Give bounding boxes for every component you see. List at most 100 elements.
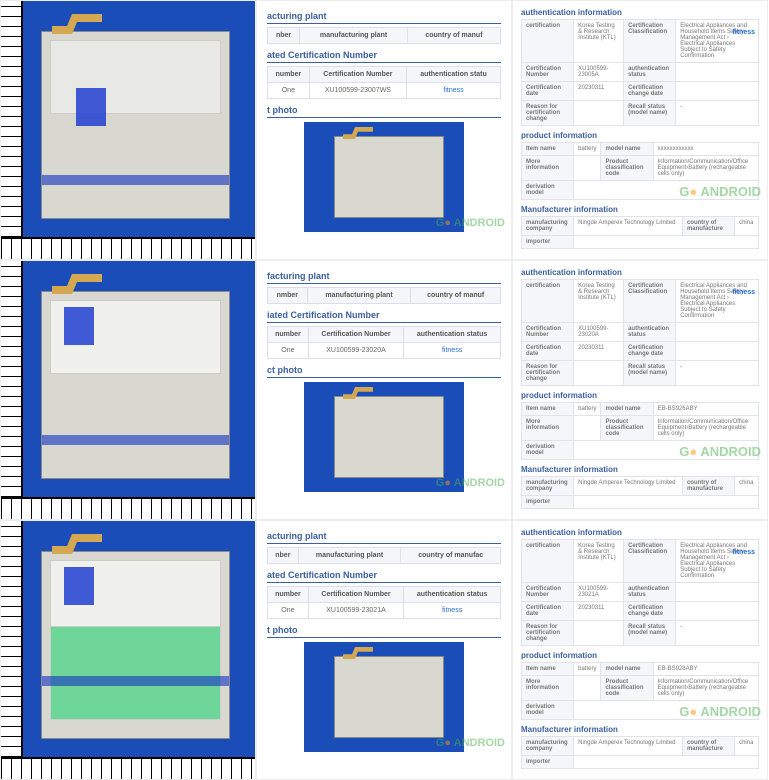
section-mfg: Manufacturer information: [521, 725, 759, 734]
k-chg: Certification change date: [624, 602, 676, 621]
section-auth: authentication information: [521, 268, 759, 277]
blue-tab: [64, 307, 94, 345]
v-importer: [574, 236, 759, 249]
k-item: Item name: [522, 143, 574, 156]
info-panel: authentication information certification…: [512, 260, 768, 520]
battery-photo: [1, 261, 255, 519]
plant-table: nmber manufacturing plant country of man…: [267, 287, 501, 304]
v-class: Electrical Appliances and Household Item…: [676, 20, 759, 63]
section-prod: product information: [521, 131, 759, 140]
certification-panel: facturing plant nmber manufacturing plan…: [256, 260, 512, 520]
mini-connector: [343, 127, 373, 139]
v-model: EB-BS926ABY: [653, 403, 758, 416]
watermark: G● ANDROID: [436, 217, 505, 229]
v-pclass: Information/Communication/Office Equipme…: [653, 676, 758, 701]
th-certnum: Certification Number: [308, 587, 403, 603]
section-certnum: ated Certification Number: [267, 570, 501, 583]
v-date: 20230311: [574, 602, 624, 621]
battery-connector: [52, 274, 102, 294]
k-cert: certification: [522, 540, 574, 583]
k-mcountry: country of manufacture: [682, 737, 734, 756]
k-class: Certification Classification: [624, 280, 676, 323]
section-plant: acturing plant: [267, 531, 501, 544]
v-class: Electrical Appliances and Household Item…: [676, 280, 759, 323]
k-model: model name: [601, 143, 653, 156]
mini-connector: [343, 647, 373, 659]
section-mfg: Manufacturer information: [521, 205, 759, 214]
td-auth[interactable]: fitness: [407, 83, 501, 99]
td-auth[interactable]: fitness: [404, 603, 501, 619]
mini-battery: [334, 656, 444, 738]
th-auth: authentication status: [404, 587, 501, 603]
v-importer: [574, 496, 759, 509]
mfg-table: manufacturing companyNingde Amperex Tech…: [521, 216, 759, 249]
section-photo: t photo: [267, 105, 501, 118]
k-date: Certification date: [522, 602, 574, 621]
th-num: number: [268, 67, 310, 83]
watermark: G● ANDROID: [436, 737, 505, 749]
v-item: battery: [574, 663, 601, 676]
watermark: G● ANDROID: [679, 704, 761, 719]
watermark: G● ANDROID: [679, 184, 761, 199]
battery-connector: [52, 14, 102, 34]
v-pclass: Information/Communication/Office Equipme…: [653, 156, 758, 181]
watermark: G● ANDROID: [679, 444, 761, 459]
mini-photo: [304, 382, 464, 492]
v-model: xxxxxxxxxxxx: [653, 143, 758, 156]
k-reason: Reason for certification change: [522, 621, 574, 646]
k-chg: Certification change date: [624, 82, 676, 101]
th-country: country of manuf: [411, 288, 501, 304]
blue-tape: [42, 175, 229, 185]
k-recall: Recall status (model name): [624, 361, 676, 386]
v-company: Ningde Amperex Technology Limited: [574, 477, 683, 496]
v-num: XU100599-23005A: [574, 63, 624, 82]
k-deriv: derivation model: [522, 181, 574, 200]
battery-photo: [1, 1, 255, 259]
k-deriv: derivation model: [522, 441, 574, 460]
section-auth: authentication information: [521, 8, 759, 17]
v-recall: -: [676, 621, 759, 646]
th-auth: authentication status: [404, 327, 501, 343]
k-more: More information: [522, 156, 574, 181]
cert-table: number Certification Number authenticati…: [267, 66, 501, 99]
k-astat: authentication status: [624, 63, 676, 82]
v-class: Electrical Appliances and Household Item…: [676, 540, 759, 583]
fitness-link[interactable]: fitness: [732, 29, 755, 36]
v-num: XU100599-23020A: [574, 323, 624, 342]
plant-table: nber manufacturing plant country of manu…: [267, 547, 501, 564]
k-company: manufacturing company: [522, 477, 574, 496]
v-recall: -: [676, 361, 759, 386]
certification-panel: acturing plant nber manufacturing plant …: [256, 520, 512, 780]
v-date: 20230311: [574, 342, 624, 361]
section-plant: facturing plant: [267, 271, 501, 284]
section-plant: acturing plant: [267, 11, 501, 24]
battery-body: [41, 291, 230, 479]
td-num: One: [268, 83, 310, 99]
v-astat: [676, 323, 759, 342]
k-company: manufacturing company: [522, 217, 574, 236]
ruler-vertical: [1, 1, 23, 237]
th-plant: manufacturing plant: [298, 548, 401, 564]
section-certnum: ated Certification Number: [267, 50, 501, 63]
k-pclass: Product classification code: [601, 416, 653, 441]
k-date: Certification date: [522, 342, 574, 361]
k-deriv: derivation model: [522, 701, 574, 720]
fitness-link[interactable]: fitness: [732, 549, 755, 556]
td-auth[interactable]: fitness: [404, 343, 501, 359]
watermark: G● ANDROID: [436, 477, 505, 489]
th-num: number: [268, 587, 309, 603]
k-num: Certification Number: [522, 583, 574, 602]
td-num: One: [268, 603, 309, 619]
v-company: Ningde Amperex Technology Limited: [574, 217, 683, 236]
v-astat: [676, 583, 759, 602]
k-class: Certification Classification: [624, 20, 676, 63]
ruler-vertical: [1, 261, 23, 497]
ruler-horizontal: [1, 237, 255, 259]
fitness-link[interactable]: fitness: [732, 289, 755, 296]
blue-tape: [42, 676, 229, 686]
th-number: nber: [268, 28, 300, 44]
k-cert: certification: [522, 20, 574, 63]
k-date: Certification date: [522, 82, 574, 101]
v-model: EB-BS928ABY: [653, 663, 758, 676]
section-mfg: Manufacturer information: [521, 465, 759, 474]
